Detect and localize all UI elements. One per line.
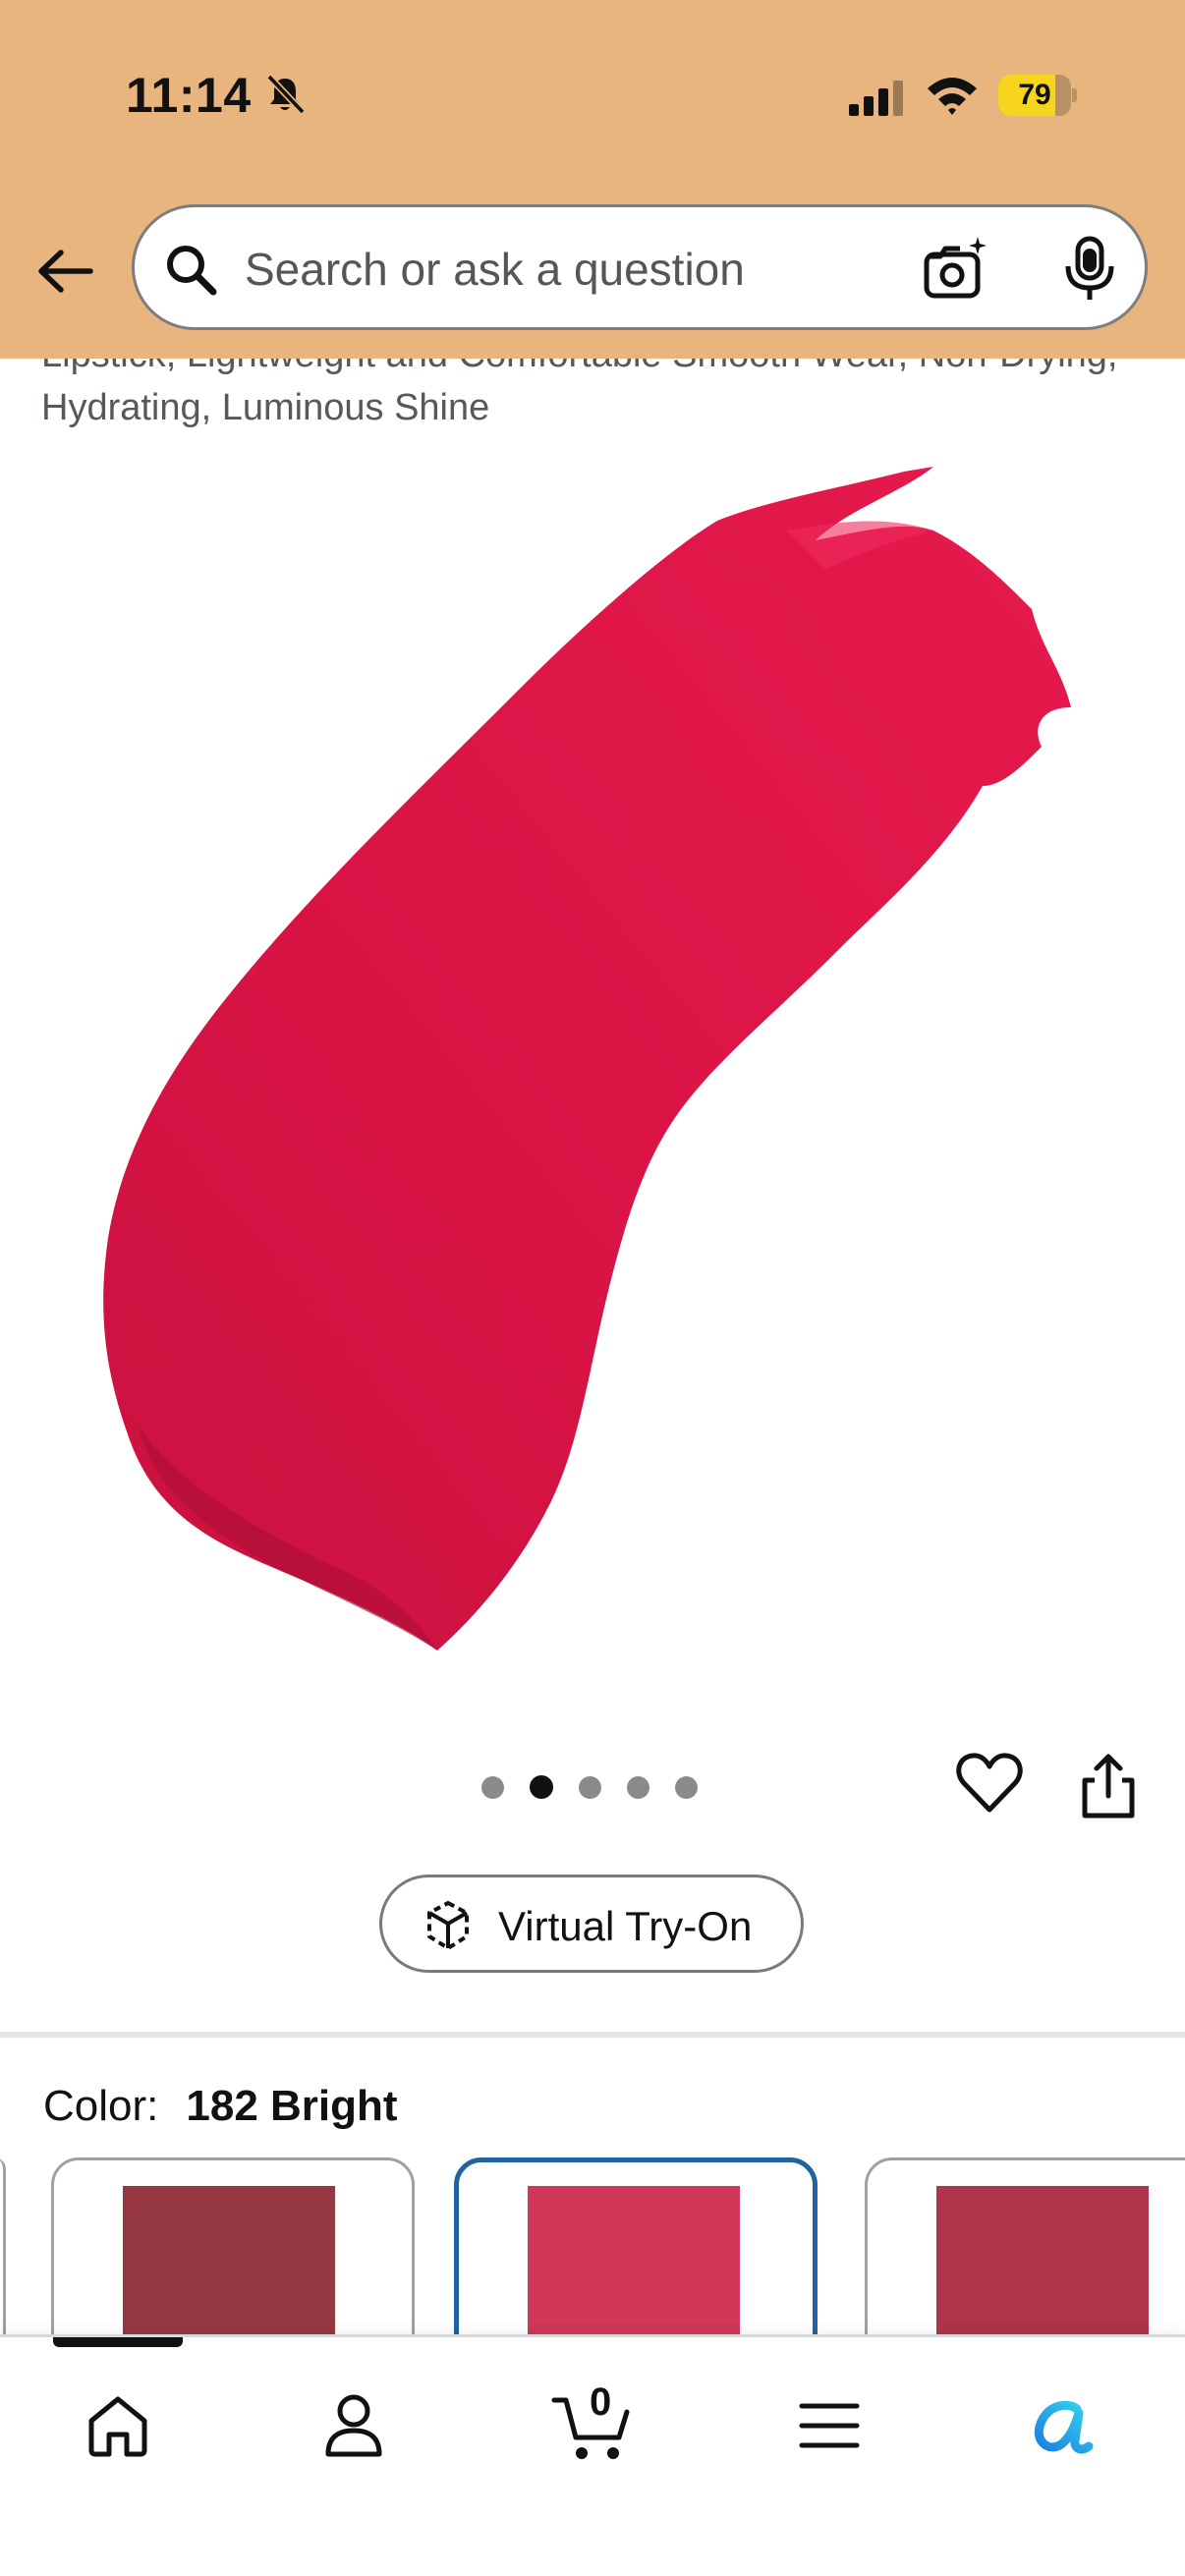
bottom-navigation: 0 [0, 2334, 1185, 2576]
camera-search-icon[interactable] [921, 235, 989, 304]
nav-cart[interactable]: 0 [542, 2377, 641, 2475]
nav-account[interactable] [305, 2377, 403, 2475]
pager-dot-active[interactable] [530, 1775, 553, 1799]
wifi-icon [928, 78, 977, 115]
selected-color-value: 182 Bright [186, 2082, 398, 2130]
ar-cube-icon [427, 1900, 469, 1951]
section-divider [0, 2032, 1185, 2038]
cellular-signal-icon [849, 81, 903, 116]
top-header: 11:14 79 Search or ask a question [0, 0, 1185, 359]
cart-count: 0 [590, 2380, 612, 2424]
back-button[interactable] [33, 240, 96, 303]
menu-icon [799, 2403, 860, 2448]
active-tab-indicator [53, 2337, 183, 2347]
nav-rufus[interactable] [1016, 2377, 1114, 2475]
wishlist-heart-icon[interactable] [955, 1751, 1024, 1816]
nav-home[interactable] [69, 2377, 167, 2475]
pager-dot[interactable] [579, 1775, 601, 1799]
account-icon [325, 2394, 382, 2457]
silent-bell-icon [266, 74, 306, 115]
search-bar[interactable]: Search or ask a question [132, 204, 1148, 330]
share-icon[interactable] [1077, 1751, 1140, 1821]
pager-dot[interactable] [627, 1775, 649, 1799]
back-arrow-icon [38, 250, 93, 293]
battery-percent: 79 [1018, 79, 1051, 111]
virtual-try-on-label: Virtual Try-On [498, 1903, 753, 1949]
rufus-icon [1034, 2400, 1094, 2454]
color-selection-header: Color: 182 Bright [43, 2077, 398, 2136]
product-image[interactable] [0, 462, 1185, 1690]
pager-dot[interactable] [481, 1775, 504, 1799]
search-input[interactable]: Search or ask a question [245, 241, 745, 298]
home-icon [88, 2396, 147, 2457]
nav-menu[interactable] [780, 2377, 878, 2475]
battery-indicator: 79 [998, 75, 1077, 116]
search-icon [167, 246, 217, 296]
color-label: Color: [43, 2082, 159, 2130]
image-pager[interactable] [481, 1772, 698, 1802]
status-time: 11:14 [126, 68, 252, 123]
virtual-try-on-button[interactable]: Virtual Try-On [379, 1875, 804, 1973]
microphone-icon[interactable] [1058, 235, 1121, 304]
pager-dot[interactable] [675, 1775, 698, 1799]
